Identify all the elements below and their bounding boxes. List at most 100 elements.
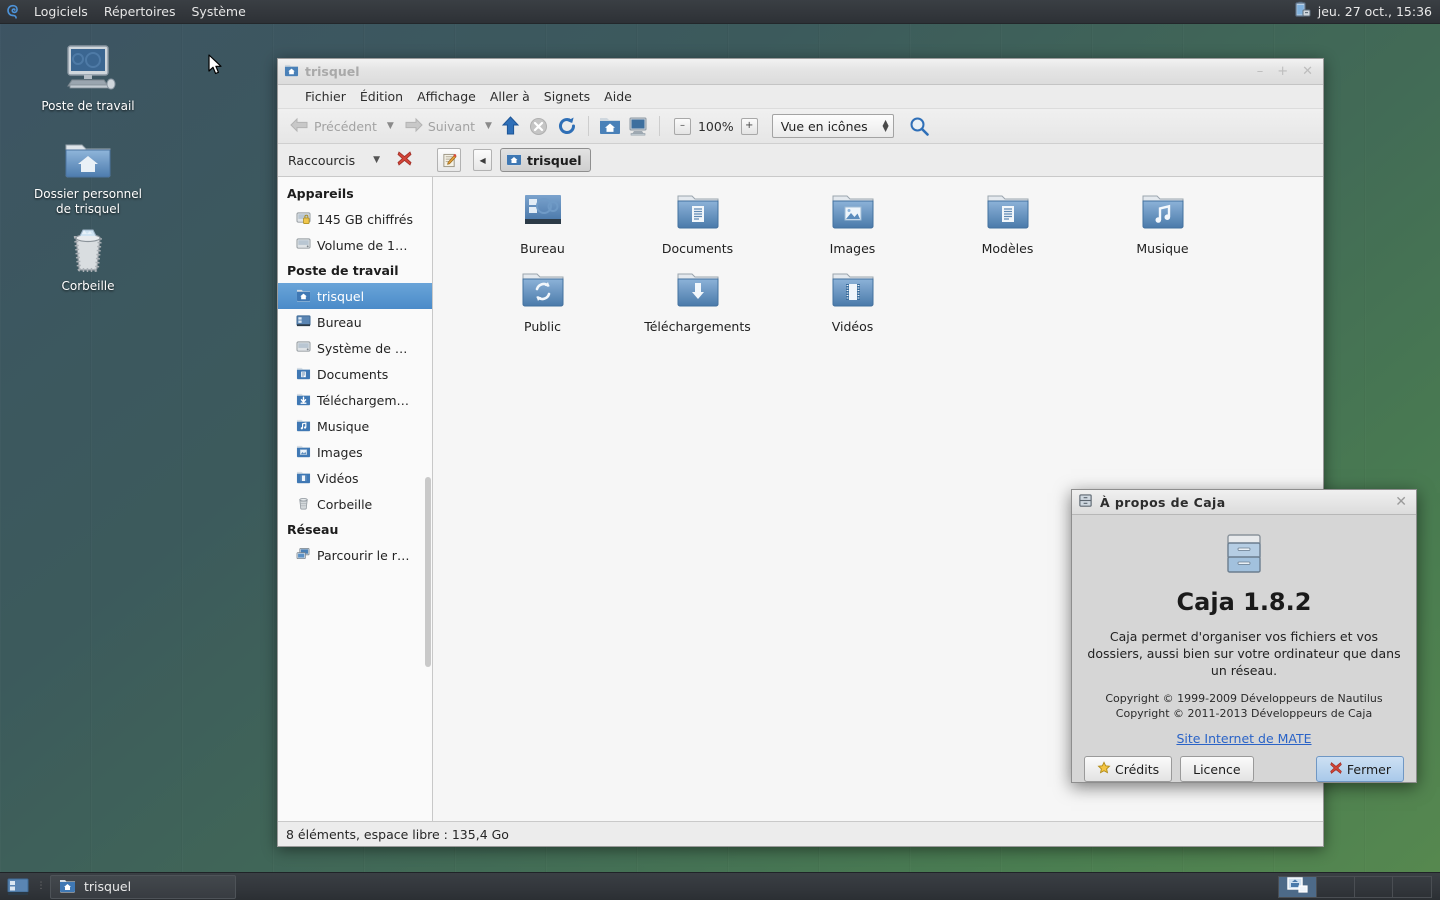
menu-systeme[interactable]: Système — [184, 1, 254, 23]
back-button[interactable]: Précédent — [286, 115, 381, 137]
workspace-3[interactable] — [1355, 876, 1393, 897]
zoom-in-button[interactable]: + — [740, 117, 758, 135]
menu-logiciels[interactable]: Logiciels — [26, 1, 96, 23]
minimize-button[interactable]: – — [1257, 65, 1264, 78]
toolbar-separator-2 — [658, 116, 660, 136]
search-button[interactable] — [906, 113, 932, 139]
menu-signets[interactable]: Signets — [537, 87, 597, 106]
workspace-2[interactable] — [1317, 876, 1355, 897]
view-mode-select[interactable]: Vue en icônes ▲ ▼ — [771, 114, 894, 138]
about-dialog-content: Caja 1.8.2 Caja permet d'organiser vos f… — [1072, 515, 1416, 746]
menu-repertoires[interactable]: Répertoires — [96, 1, 184, 23]
toolbar: Précédent ▼ Suivant ▼ – 100% + Vue en ic… — [278, 109, 1323, 144]
taskbar-button-trisquel[interactable]: trisquel — [50, 874, 236, 899]
file-grid: Bureau Documents Images Modèles Musique … — [433, 177, 1323, 343]
file-item-telechargements[interactable]: Téléchargements — [620, 265, 775, 343]
license-button[interactable]: Licence — [1180, 756, 1254, 782]
trash-icon — [28, 222, 148, 274]
home-folder-icon — [59, 878, 76, 896]
close-dialog-button[interactable]: Fermer — [1315, 756, 1404, 782]
desktop-folder-icon — [520, 187, 566, 235]
workspace-4[interactable] — [1393, 877, 1431, 897]
sidebar-scrollbar[interactable] — [425, 477, 431, 667]
sidebar: Appareils 145 GB chiffrés Volume de 1… P… — [278, 177, 433, 821]
zoom-level[interactable]: 100% — [698, 119, 734, 134]
credits-button[interactable]: Crédits — [1084, 756, 1173, 782]
desktop-icon-computer[interactable]: Poste de travail — [28, 42, 148, 114]
window-titlebar[interactable]: trisquel – + ✕ — [278, 59, 1323, 85]
computer-button[interactable] — [625, 113, 651, 139]
about-dialog-titlebar[interactable]: À propos de Caja ✕ — [1072, 490, 1416, 515]
about-caja-dialog: À propos de Caja ✕ Caja 1.8.2 Caja perme… — [1071, 489, 1417, 783]
sidebar-item-bureau[interactable]: Bureau — [278, 309, 432, 335]
sidebar-item-musique[interactable]: Musique — [278, 413, 432, 439]
forward-dropdown-icon[interactable]: ▼ — [481, 121, 496, 131]
close-button[interactable]: ✕ — [1302, 65, 1313, 78]
battery-icon[interactable] — [1292, 1, 1312, 22]
chevron-down-icon[interactable]: ▼ — [373, 155, 380, 165]
maximize-button[interactable]: + — [1277, 65, 1288, 78]
sidebar-item-label: Parcourir le r… — [317, 547, 410, 563]
sidebar-item-telechargements[interactable]: Téléchargem… — [278, 387, 432, 413]
home-folder-icon — [506, 151, 522, 169]
crumb-prev-button[interactable]: ◀ — [473, 149, 493, 171]
top-panel: Logiciels Répertoires Système jeu. 27 oc… — [0, 0, 1440, 24]
zoom-out-button[interactable]: – — [673, 117, 691, 135]
file-item-images[interactable]: Images — [775, 187, 930, 265]
file-item-musique[interactable]: Musique — [1085, 187, 1240, 265]
sidebar-item-images[interactable]: Images — [278, 439, 432, 465]
up-button[interactable] — [498, 113, 524, 139]
file-item-label: Modèles — [981, 241, 1034, 256]
sidebar-header-appareils: Appareils — [287, 186, 354, 201]
panel-grip[interactable]: ⋮ — [36, 882, 46, 891]
desktop-icon-trash[interactable]: Corbeille — [28, 222, 148, 294]
sidebar-item-volume[interactable]: Volume de 1… — [278, 232, 432, 258]
sidebar-item-systeme[interactable]: Système de … — [278, 335, 432, 361]
file-item-bureau[interactable]: Bureau — [465, 187, 620, 265]
pictures-folder-icon — [830, 187, 876, 235]
menu-edition[interactable]: Édition — [353, 87, 410, 106]
home-folder-icon — [28, 130, 148, 182]
copyright-line-2: Copyright © 2011-2013 Développeurs de Ca… — [1115, 707, 1373, 720]
trisquel-logo-icon[interactable] — [0, 3, 26, 21]
pictures-folder-icon — [296, 444, 311, 461]
sidebar-item-label: Musique — [317, 418, 370, 434]
home-button[interactable] — [597, 113, 623, 139]
sidebar-item-videos[interactable]: Vidéos — [278, 465, 432, 491]
sidebar-item-label: Images — [317, 444, 363, 460]
reload-button[interactable] — [554, 113, 580, 139]
workspace-1[interactable] — [1279, 876, 1317, 897]
spinner-icon: ▲ ▼ — [882, 118, 889, 133]
show-desktop-button[interactable] — [0, 877, 36, 897]
edit-location-button[interactable] — [437, 148, 462, 172]
breadcrumb-trisquel[interactable]: trisquel — [500, 148, 591, 172]
file-item-label: Images — [829, 241, 876, 256]
desktop-icon-home[interactable]: Dossier personnel de trisquel — [28, 130, 148, 217]
clock[interactable]: jeu. 27 oct., 15:36 — [1318, 4, 1432, 19]
forward-button[interactable]: Suivant — [400, 115, 479, 137]
close-icon[interactable]: ✕ — [1395, 494, 1410, 510]
network-icon — [296, 547, 311, 564]
workspace-switcher[interactable] — [1278, 875, 1432, 898]
back-dropdown-icon[interactable]: ▼ — [383, 121, 398, 131]
file-item-documents[interactable]: Documents — [620, 187, 775, 265]
sidebar-item-145gb[interactable]: 145 GB chiffrés — [278, 206, 432, 232]
sidebar-item-label: Vidéos — [317, 470, 359, 486]
sidebar-item-documents[interactable]: Documents — [278, 361, 432, 387]
desktop-icon-label: Corbeille — [61, 279, 115, 293]
menu-fichier[interactable]: Fichier — [298, 87, 353, 106]
sidebar-item-reseau[interactable]: Parcourir le r… — [278, 542, 432, 568]
music-folder-icon — [1140, 187, 1186, 235]
sidebar-item-corbeille[interactable]: Corbeille — [278, 491, 432, 517]
menu-aide[interactable]: Aide — [597, 87, 639, 106]
file-item-videos[interactable]: Vidéos — [775, 265, 930, 343]
file-item-public[interactable]: Public — [465, 265, 620, 343]
menu-affichage[interactable]: Affichage — [410, 87, 483, 106]
mate-website-link[interactable]: Site Internet de MATE — [1176, 731, 1311, 746]
menu-aller-a[interactable]: Aller à — [483, 87, 537, 106]
stop-button[interactable] — [526, 113, 552, 139]
sidebar-item-trisquel[interactable]: trisquel — [278, 283, 432, 309]
app-version: Caja 1.8.2 — [1176, 588, 1312, 616]
remove-red-x-icon[interactable] — [396, 150, 413, 170]
file-item-modeles[interactable]: Modèles — [930, 187, 1085, 265]
